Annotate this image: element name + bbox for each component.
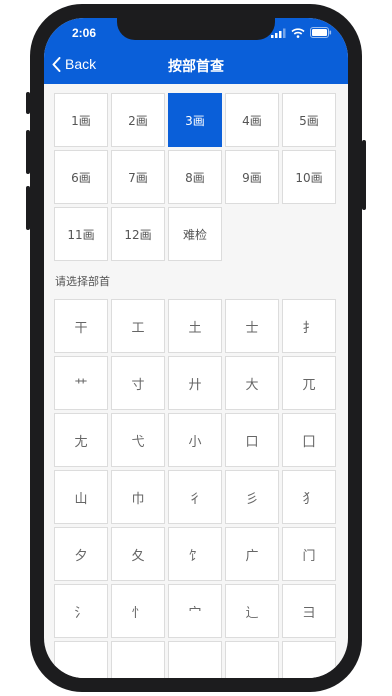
- mute-switch: [26, 92, 30, 114]
- radical-cell[interactable]: 广: [225, 527, 279, 581]
- stroke-count-cell[interactable]: 难检: [168, 207, 222, 261]
- radical-cell[interactable]: 弋: [111, 413, 165, 467]
- radical-cell[interactable]: 尢: [54, 413, 108, 467]
- radical-cell[interactable]: 扌: [282, 299, 336, 353]
- radical-cell[interactable]: [168, 641, 222, 678]
- radical-cell[interactable]: 廾: [168, 356, 222, 410]
- radical-cell[interactable]: [225, 641, 279, 678]
- radical-cell[interactable]: 囗: [282, 413, 336, 467]
- stroke-count-grid: 1画 2画 3画 4画 5画 6画 7画 8画 9画 10画 11画 12画 难检: [54, 93, 336, 261]
- stroke-count-cell[interactable]: 8画: [168, 150, 222, 204]
- radical-cell[interactable]: 夕: [54, 527, 108, 581]
- wifi-icon: [291, 27, 305, 38]
- battery-icon: [310, 27, 332, 38]
- radical-cell[interactable]: 犭: [282, 470, 336, 524]
- volume-down-button: [26, 186, 30, 230]
- screen: 2:06 Back 按部首查 1画 2画 3画 4画 5画 6画 7画 8画 9…: [44, 18, 348, 678]
- stroke-count-cell[interactable]: 1画: [54, 93, 108, 147]
- stroke-count-cell[interactable]: 10画: [282, 150, 336, 204]
- radical-cell[interactable]: 寸: [111, 356, 165, 410]
- radical-cell[interactable]: 彐: [282, 584, 336, 638]
- stroke-count-cell[interactable]: 4画: [225, 93, 279, 147]
- radical-cell[interactable]: 辶: [225, 584, 279, 638]
- radical-cell[interactable]: 氵: [54, 584, 108, 638]
- page-title: 按部首查: [168, 59, 224, 75]
- nav-bar: 2:06 Back 按部首查: [44, 18, 348, 84]
- stroke-count-cell[interactable]: 12画: [111, 207, 165, 261]
- radical-cell[interactable]: 兀: [282, 356, 336, 410]
- stroke-count-cell[interactable]: 2画: [111, 93, 165, 147]
- stroke-count-cell[interactable]: 6画: [54, 150, 108, 204]
- radical-cell[interactable]: [282, 641, 336, 678]
- power-button: [362, 140, 366, 210]
- stroke-count-cell[interactable]: 7画: [111, 150, 165, 204]
- radical-cell[interactable]: 山: [54, 470, 108, 524]
- radical-cell[interactable]: 巾: [111, 470, 165, 524]
- radical-cell[interactable]: 工: [111, 299, 165, 353]
- radical-cell[interactable]: 夂: [111, 527, 165, 581]
- radical-cell[interactable]: [111, 641, 165, 678]
- radical-cell[interactable]: 小: [168, 413, 222, 467]
- volume-up-button: [26, 130, 30, 174]
- status-icons: [271, 27, 332, 38]
- radical-cell[interactable]: 干: [54, 299, 108, 353]
- radical-cell[interactable]: 彳: [168, 470, 222, 524]
- radical-cell[interactable]: 士: [225, 299, 279, 353]
- stroke-count-cell[interactable]: 3画: [168, 93, 222, 147]
- radical-cell[interactable]: 宀: [168, 584, 222, 638]
- radical-cell[interactable]: 口: [225, 413, 279, 467]
- notch: [117, 18, 275, 40]
- section-label: 请选择部首: [55, 275, 110, 288]
- radical-cell[interactable]: 艹: [54, 356, 108, 410]
- signal-icon: [271, 28, 286, 38]
- radical-cell[interactable]: 彡: [225, 470, 279, 524]
- radical-cell[interactable]: [54, 641, 108, 678]
- radical-cell[interactable]: 饣: [168, 527, 222, 581]
- radical-cell[interactable]: 忄: [111, 584, 165, 638]
- radical-cell[interactable]: 土: [168, 299, 222, 353]
- stroke-count-cell[interactable]: 11画: [54, 207, 108, 261]
- radical-cell[interactable]: 门: [282, 527, 336, 581]
- radical-grid: 干工土士扌艹寸廾大兀尢弋小口囗山巾彳彡犭夕夂饣广门氵忄宀辶彐: [54, 299, 336, 678]
- radical-cell[interactable]: 大: [225, 356, 279, 410]
- stroke-count-cell[interactable]: 5画: [282, 93, 336, 147]
- stroke-count-cell[interactable]: 9画: [225, 150, 279, 204]
- status-time: 2:06: [72, 26, 97, 40]
